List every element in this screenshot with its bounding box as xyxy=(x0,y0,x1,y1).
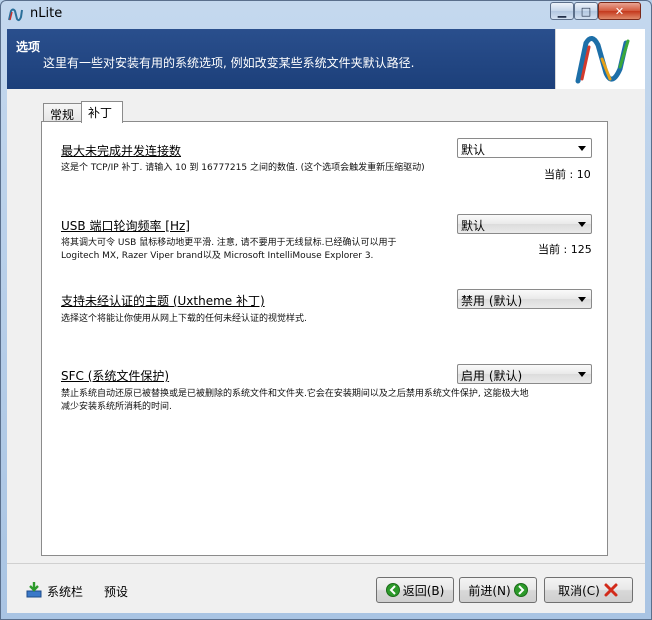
preset-label[interactable]: 预设 xyxy=(104,583,128,600)
minimize-icon: ▁ xyxy=(557,4,567,18)
maximize-icon: □ xyxy=(580,4,592,18)
option-sfc-title: SFC (系统文件保护) xyxy=(61,369,170,383)
next-arrow-icon xyxy=(513,583,528,597)
next-label: 前进(N) xyxy=(468,583,511,598)
close-button[interactable]: ✕ xyxy=(598,2,641,20)
combo-value: 默认 xyxy=(461,219,486,233)
max-connections-combo[interactable]: 默认 xyxy=(457,138,592,158)
combo-value: 默认 xyxy=(461,143,486,157)
option-max-connections-title: 最大未完成并发连接数 xyxy=(61,144,182,158)
chevron-down-icon xyxy=(578,222,586,227)
desc-line: 将其调大可令 USB 鼠标移动地更平滑. 注意, 请不要用于无线鼠标.已经确认可… xyxy=(61,238,397,248)
title-bar[interactable]: nLite ▁ □ ✕ xyxy=(1,1,651,27)
chevron-down-icon xyxy=(578,372,586,377)
tab-patch[interactable]: 补丁 xyxy=(81,101,123,123)
option-sfc-desc: 禁止系统自动还原已被替换或是已被删除的系统文件和文件夹.它会在安装期间以及之后禁… xyxy=(61,388,529,414)
chevron-down-icon xyxy=(578,146,586,151)
desc-line: 减少安装系统所消耗的时间. xyxy=(61,402,172,412)
back-button[interactable]: 返回(B) xyxy=(376,577,454,603)
window-title: nLite xyxy=(30,6,63,21)
combo-value: 禁用 (默认) xyxy=(461,294,523,308)
chevron-down-icon xyxy=(578,297,586,302)
header-logo xyxy=(555,29,645,89)
option-uxtheme-title: 支持未经认证的主题 (Uxtheme 补丁) xyxy=(61,294,265,308)
desc-line: Logitech MX, Razer Viper brand以及 Microso… xyxy=(61,251,374,261)
page-subtitle: 这里有一些对安装有用的系统选项, 例如改变某些系统文件夹默认路径. xyxy=(43,56,415,70)
option-uxtheme-desc: 选择这个将能让你使用从网上下载的任何未经认证的视觉样式. xyxy=(61,313,307,326)
back-label: 返回(B) xyxy=(402,583,445,598)
patch-options-panel: 最大未完成并发连接数 这是个 TCP/IP 补丁. 请输入 10 到 16777… xyxy=(41,121,608,556)
desc-line: 禁止系统自动还原已被替换或是已被删除的系统文件和文件夹.它会在安装期间以及之后禁… xyxy=(61,389,529,399)
tab-general[interactable]: 常规 xyxy=(43,103,82,123)
uxtheme-combo[interactable]: 禁用 (默认) xyxy=(457,289,592,309)
back-arrow-icon xyxy=(385,583,400,597)
nlite-logo-icon xyxy=(575,36,630,84)
next-button[interactable]: 前进(N) xyxy=(459,577,537,603)
nlite-window: nLite ▁ □ ✕ 选项 这里有一些对安装有用的系统选项, 例如改变某些系统… xyxy=(0,0,652,620)
desc-line: 选择这个将能让你使用从网上下载的任何未经认证的视觉样式. xyxy=(61,314,307,324)
option-usb-polling-title: USB 端口轮询频率 [Hz] xyxy=(61,219,190,233)
page-title: 选项 xyxy=(16,40,41,54)
system-tray-label[interactable]: 系统栏 xyxy=(47,583,83,600)
usb-polling-combo[interactable]: 默认 xyxy=(457,214,592,234)
cancel-button[interactable]: 取消(C) xyxy=(544,577,633,603)
system-tray-icon[interactable] xyxy=(25,581,43,599)
footer-divider xyxy=(7,563,645,564)
close-icon: ✕ xyxy=(614,4,625,18)
page-header: 选项 这里有一些对安装有用的系统选项, 例如改变某些系统文件夹默认路径. xyxy=(7,29,645,89)
current-value: 当前 : 10 xyxy=(544,168,591,181)
option-usb-polling-desc: 将其调大可令 USB 鼠标移动地更平滑. 注意, 请不要用于无线鼠标.已经确认可… xyxy=(61,237,397,263)
maximize-button[interactable]: □ xyxy=(574,2,598,20)
client-area: 选项 这里有一些对安装有用的系统选项, 例如改变某些系统文件夹默认路径. 常规 … xyxy=(7,29,645,613)
cancel-label: 取消(C) xyxy=(558,583,600,598)
minimize-button[interactable]: ▁ xyxy=(550,2,574,20)
current-value: 当前 : 125 xyxy=(538,243,592,256)
desc-line: 这是个 TCP/IP 补丁. 请输入 10 到 16777215 之间的数值. … xyxy=(61,163,425,173)
cancel-x-icon xyxy=(604,583,618,597)
combo-value: 启用 (默认) xyxy=(461,369,523,383)
option-max-connections-desc: 这是个 TCP/IP 补丁. 请输入 10 到 16777215 之间的数值. … xyxy=(61,162,425,175)
nlite-logo-icon xyxy=(8,8,23,22)
sfc-combo[interactable]: 启用 (默认) xyxy=(457,364,592,384)
